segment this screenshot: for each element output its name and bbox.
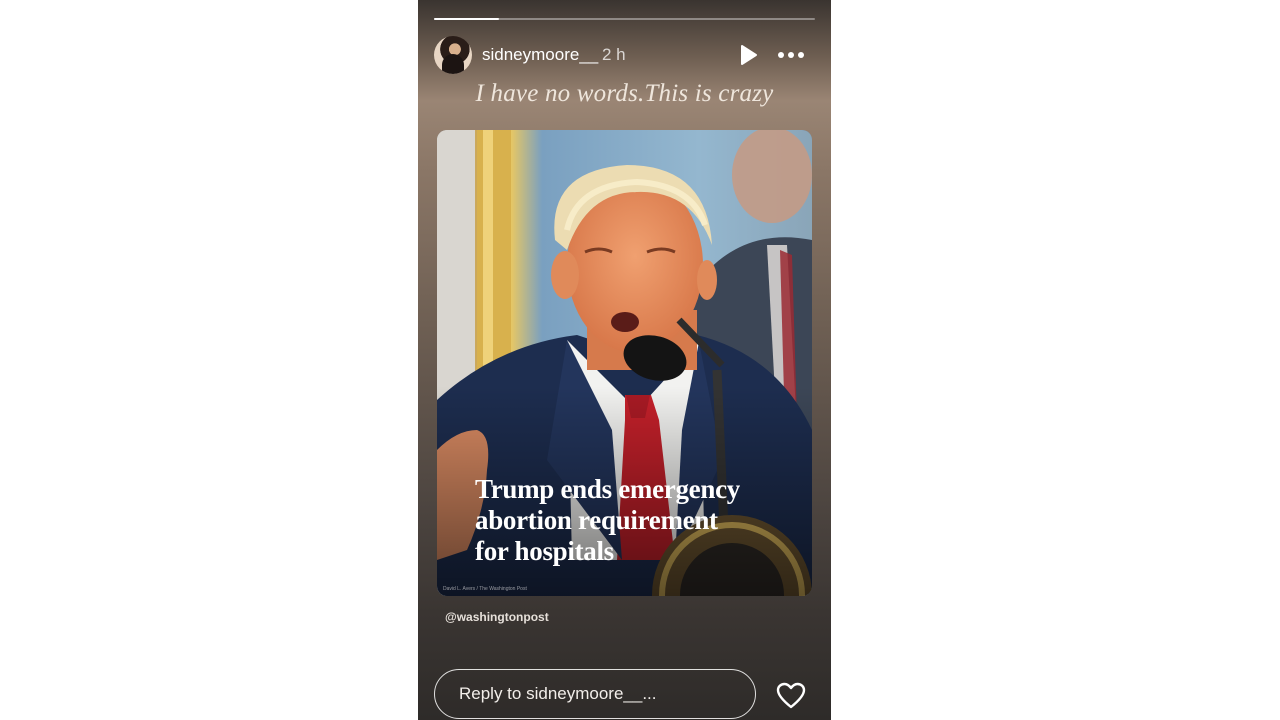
news-headline: Trump ends emergency abortion requiremen… — [475, 474, 740, 566]
story-caption: I have no words.This is crazy — [475, 80, 774, 107]
more-options-button[interactable] — [776, 43, 806, 67]
shared-post-card[interactable]: Trump ends emergency abortion requiremen… — [437, 130, 812, 596]
reply-input[interactable] — [434, 669, 756, 719]
more-dots-icon — [778, 52, 804, 58]
story-viewer: sidneymoore__ 2 h I have no words.This i… — [418, 0, 831, 720]
avatar[interactable] — [434, 36, 472, 74]
play-icon — [741, 45, 757, 65]
photo-credit: David L. Avers / The Washington Post — [443, 586, 527, 592]
play-button[interactable] — [736, 43, 760, 67]
story-username[interactable]: sidneymoore__ — [482, 45, 598, 65]
heart-icon — [776, 682, 806, 709]
source-handle[interactable]: @washingtonpost — [445, 610, 549, 624]
avatar-image — [442, 54, 464, 74]
like-button[interactable] — [776, 682, 806, 710]
story-progress-bar — [434, 18, 815, 20]
story-timestamp: 2 h — [602, 45, 626, 64]
story-progress-fill — [434, 18, 499, 20]
